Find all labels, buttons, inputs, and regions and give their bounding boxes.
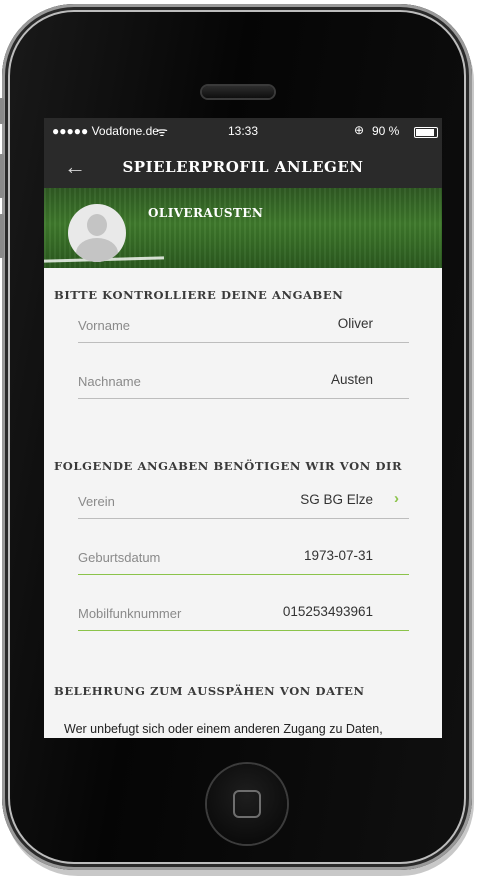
page-title: SPIELERPROFIL ANLEGEN	[122, 158, 364, 176]
section-required-title: FOLGENDE ANGABEN BENÖTIGEN WIR VON DIR	[54, 459, 403, 473]
mute-switch	[0, 98, 4, 124]
section-notice-title: BELEHRUNG ZUM AUSSPÄHEN VON DATEN	[54, 684, 365, 698]
home-button[interactable]	[207, 764, 287, 844]
first-name-field[interactable]: Vorname Oliver	[78, 312, 409, 343]
club-value: SG BG Elze	[300, 492, 373, 507]
birthdate-label: Geburtsdatum	[78, 550, 161, 565]
last-name-value: Austen	[330, 372, 373, 387]
phone-screen: ●●●●● Vodafone.de ᯤ 13:33 ⊕ 90 % ← SPIEL…	[44, 118, 442, 738]
app-bar: ← SPIELERPROFIL ANLEGEN	[44, 144, 442, 188]
avatar[interactable]	[68, 204, 126, 262]
mobile-number-value: 015253493961	[282, 604, 373, 619]
last-name-label: Nachname	[78, 374, 141, 389]
home-square-icon	[233, 790, 261, 818]
birthdate-value: 1973-07-31	[303, 548, 373, 563]
battery-icon	[414, 127, 438, 138]
chevron-right-icon[interactable]: ›	[394, 490, 399, 507]
club-field[interactable]: Verein SG BG Elze ›	[78, 488, 409, 519]
mobile-number-label: Mobilfunknummer	[78, 606, 182, 621]
profile-header: OLIVERAUSTEN	[44, 188, 442, 268]
first-name-label: Vorname	[78, 318, 131, 333]
battery-percent: 90 %	[372, 124, 400, 138]
volume-down-button	[0, 214, 4, 258]
clock: 13:33	[228, 124, 259, 138]
section-check-title: BITTE KONTROLLIERE DEINE ANGABEN	[54, 288, 344, 302]
notice-text: Wer unbefugt sich oder einem anderen Zug…	[64, 722, 383, 736]
avatar-body-icon	[76, 238, 118, 262]
mobile-number-field[interactable]: Mobilfunknummer 015253493961	[78, 600, 409, 631]
birthdate-field[interactable]: Geburtsdatum 1973-07-31	[78, 544, 409, 575]
rotation-lock-icon: ⊕	[354, 123, 365, 137]
last-name-field[interactable]: Nachname Austen	[78, 368, 409, 399]
status-bar: ●●●●● Vodafone.de ᯤ 13:33 ⊕ 90 %	[44, 118, 442, 144]
club-label: Verein	[78, 494, 115, 509]
first-name-value: Oliver	[337, 316, 373, 331]
speaker-grille	[202, 86, 274, 98]
carrier-label: ●●●●● Vodafone.de	[52, 124, 159, 138]
wifi-icon: ᯤ	[156, 124, 168, 139]
volume-up-button	[0, 154, 4, 198]
profile-name: OLIVERAUSTEN	[148, 206, 264, 220]
avatar-head-icon	[87, 214, 107, 236]
